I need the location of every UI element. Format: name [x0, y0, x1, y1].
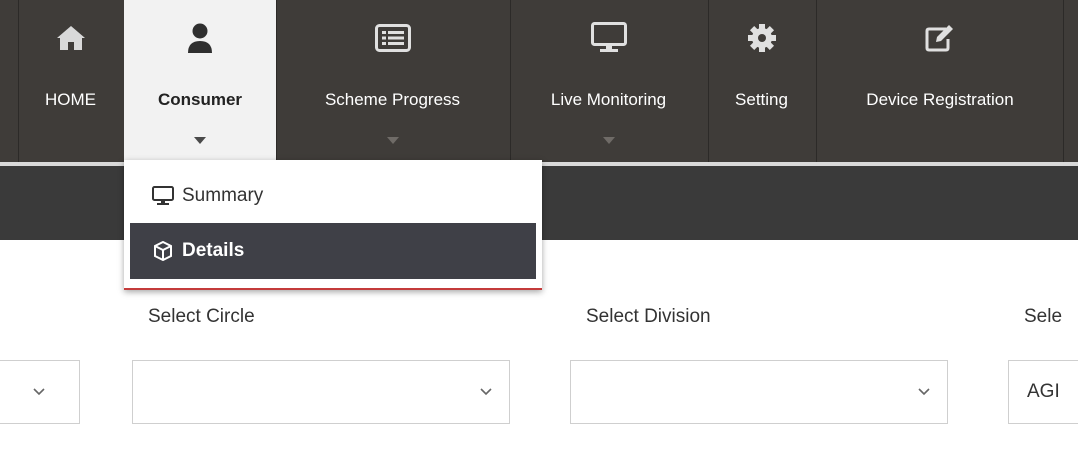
- nav-item-label: Live Monitoring: [550, 90, 667, 109]
- previous-select[interactable]: [0, 360, 80, 424]
- division-select[interactable]: [570, 360, 948, 424]
- nav-item-device-registration[interactable]: Device Registration: [816, 0, 1064, 162]
- monitor-icon: [152, 185, 174, 207]
- consumer-dropdown-menu: Summary Details: [124, 160, 542, 290]
- chevron-down-icon: [901, 361, 947, 423]
- caret-down-icon: [386, 137, 399, 144]
- home-icon: [19, 22, 122, 54]
- select-next-label: Sele: [1024, 306, 1063, 327]
- caret-down-icon: [194, 137, 206, 144]
- nav-item-label: Consumer: [157, 90, 243, 109]
- edit-icon: [817, 22, 1063, 54]
- next-select[interactable]: AGI: [1008, 360, 1078, 424]
- top-navbar: HOME Consumer Scheme Progress Live Monit…: [0, 0, 1078, 162]
- nav-item-scheme-progress[interactable]: Scheme Progress: [276, 0, 508, 162]
- chevron-down-icon: [463, 361, 509, 423]
- next-select-value: AGI: [1027, 381, 1060, 402]
- nav-item-live-monitoring[interactable]: Live Monitoring: [510, 0, 706, 162]
- nav-item-consumer[interactable]: Consumer: [124, 0, 276, 162]
- nav-item-home[interactable]: HOME: [18, 0, 122, 162]
- nav-item-label: Setting: [735, 90, 788, 109]
- circle-select[interactable]: [132, 360, 510, 424]
- gear-icon: [709, 22, 814, 54]
- nav-item-label: Scheme Progress: [324, 90, 461, 109]
- cube-icon: [152, 240, 174, 262]
- select-division-label: Select Division: [586, 306, 711, 327]
- nav-item-label: Device Registration: [866, 90, 1014, 109]
- list-icon: [277, 22, 508, 54]
- caret-down-icon: [602, 137, 615, 144]
- select-circle-label: Select Circle: [148, 306, 255, 327]
- menu-item-label: Details: [182, 240, 245, 261]
- menu-item-summary[interactable]: Summary: [130, 168, 536, 224]
- user-icon: [124, 22, 276, 54]
- chevron-down-icon: [16, 361, 62, 423]
- menu-item-label: Summary: [182, 185, 264, 206]
- monitor-icon: [511, 22, 706, 54]
- nav-item-setting[interactable]: Setting: [708, 0, 814, 162]
- menu-item-details[interactable]: Details: [130, 223, 536, 279]
- nav-item-label: HOME: [45, 90, 96, 109]
